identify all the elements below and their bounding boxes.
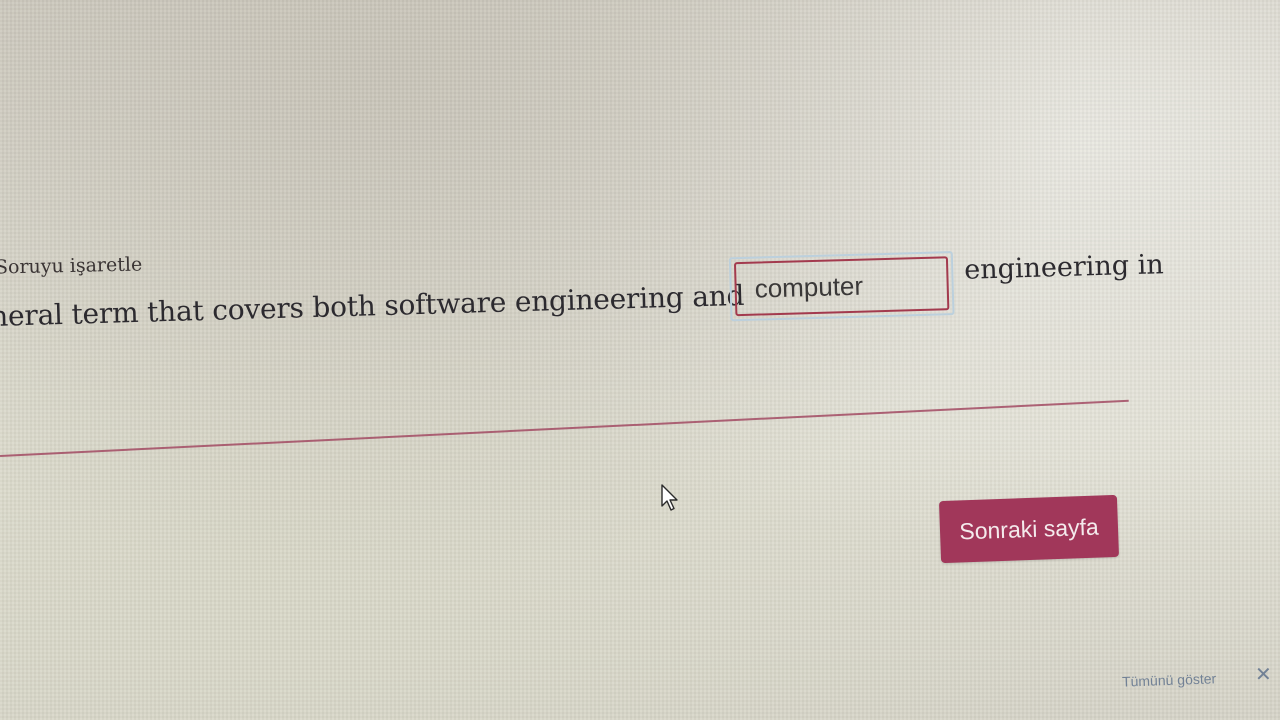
question-text-after: engineering in: [963, 249, 1165, 286]
close-icon[interactable]: ✕: [1255, 664, 1275, 684]
screen-moire-overlay: [0, 0, 1280, 720]
next-page-button[interactable]: Sonraki sayfa: [938, 494, 1120, 564]
section-divider: [0, 399, 1129, 457]
question-text-before: neral term that covers both software eng…: [0, 278, 745, 333]
mouse-cursor-icon: [661, 484, 678, 511]
question-text-row: neral term that covers both software eng…: [0, 238, 1164, 350]
show-all-link[interactable]: Tümünü göster: [1122, 670, 1217, 689]
answer-input[interactable]: [733, 256, 950, 317]
answer-focus-ring: [728, 251, 955, 322]
